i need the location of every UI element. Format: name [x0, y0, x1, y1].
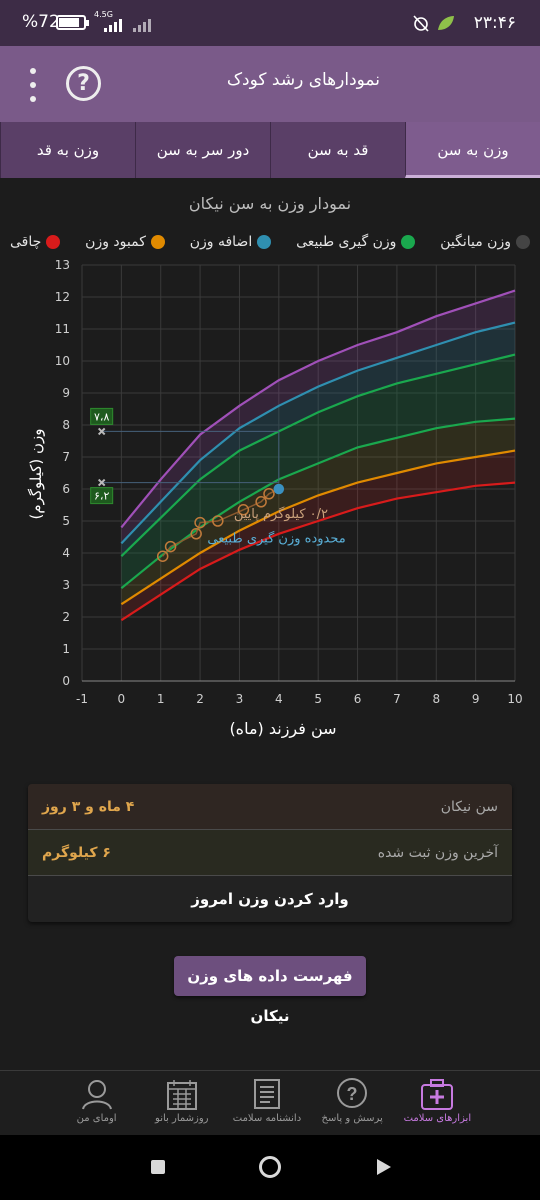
reference-badge-label: ۶،۲: [94, 490, 109, 503]
user-avatar-icon: [81, 1080, 112, 1110]
tab-height-for-age[interactable]: قد به سن: [270, 122, 405, 178]
age-value: ۴ ماه و ۳ روز: [42, 798, 135, 815]
y-tick-label: 12: [55, 290, 70, 304]
nav-health-tools[interactable]: ابزارهای سلامت: [402, 1071, 472, 1135]
x-tick-label: 6: [354, 692, 362, 706]
annotation-normal-range: محدوده وزن گیری طبیعی: [207, 530, 345, 546]
x-tick-label: 0: [118, 692, 126, 706]
y-tick-label: 1: [62, 642, 70, 656]
clock: ۲۳:۴۶: [473, 13, 516, 33]
chart-legend: چاقی کمبود وزن اضافه وزن وزن گیری طبیعی …: [10, 234, 530, 250]
calendar-icon: [166, 1080, 197, 1110]
y-tick-label: 13: [55, 258, 70, 272]
x-tick-label: 8: [432, 692, 440, 706]
recents-button[interactable]: [151, 1160, 165, 1174]
nav-calendar[interactable]: روزشمار بانو: [147, 1071, 217, 1135]
x-tick-label: -1: [76, 692, 88, 706]
info-card: سن نیکان ۴ ماه و ۳ روز آخرین وزن ثبت شده…: [28, 784, 512, 922]
chart-title: نمودار وزن به سن نیکان: [188, 194, 352, 213]
tab-weight-for-age[interactable]: وزن به سن: [405, 122, 540, 178]
reference-badge-label: ۷،۸: [94, 410, 109, 423]
x-tick-label: 7: [393, 692, 401, 706]
y-tick-label: 0: [62, 674, 70, 688]
signal-icon-2: [133, 18, 151, 32]
leaf-icon: [438, 16, 454, 30]
question-bubble-icon: ?: [337, 1078, 368, 1108]
battery-percent: %72: [22, 12, 60, 32]
tab-head-circumference[interactable]: دور سر به سن: [135, 122, 270, 178]
x-tick-label: 10: [507, 692, 522, 706]
x-tick-label: 3: [236, 692, 244, 706]
app-bar: ? نمودارهای رشد کودک: [0, 46, 540, 122]
encyclopedia-icon: [253, 1079, 280, 1109]
weight-data-list-button[interactable]: فهرست داده های وزن نیکان: [174, 956, 366, 1025]
legend-label: وزن گیری طبیعی: [296, 234, 397, 250]
alarm-off-icon: [413, 15, 429, 32]
legend-item-normal-gain[interactable]: وزن گیری طبیعی: [296, 234, 416, 250]
x-tick-label: 5: [314, 692, 322, 706]
nav-label: اومای من: [76, 1113, 117, 1124]
battery-icon: [56, 15, 89, 30]
y-tick-label: 3: [62, 578, 70, 592]
y-axis-label: وزن (کیلوگرم): [27, 428, 45, 520]
y-axis-label-wrap: وزن (کیلوگرم): [6, 415, 66, 535]
y-tick-label: 9: [62, 386, 70, 400]
x-tick-label: 2: [196, 692, 204, 706]
x-axis-label: سن فرزند (ماه): [229, 719, 337, 738]
legend-dot: [516, 235, 530, 249]
legend-item-underweight[interactable]: کمبود وزن: [85, 234, 165, 250]
system-nav-bar: [0, 1135, 540, 1200]
last-weight-label: آخرین وزن ثبت شده: [377, 844, 498, 861]
status-bar: %72 4.5G ۲۳:۴۶: [0, 0, 540, 46]
nav-label: روزشمار بانو: [155, 1113, 209, 1124]
status-icons: [412, 14, 456, 32]
legend-dot: [257, 235, 272, 249]
y-tick-label: 11: [55, 322, 70, 336]
health-kit-icon: [421, 1079, 454, 1110]
measurement-point: [273, 483, 285, 495]
age-row: سن نیکان ۴ ماه و ۳ روز: [28, 784, 512, 830]
more-vertical-icon[interactable]: [24, 68, 42, 102]
legend-dot: [46, 235, 61, 249]
enter-today-weight-button[interactable]: وارد کردن وزن امروز: [28, 876, 512, 922]
y-tick-label: 10: [55, 354, 70, 368]
x-tick-label: 1: [157, 692, 165, 706]
tab-weight-for-height[interactable]: وزن به قد: [0, 122, 135, 178]
legend-dot: [150, 235, 165, 249]
nav-label: ابزارهای سلامت: [403, 1113, 472, 1124]
tab-bar: وزن به سن قد به سن دور سر به سن وزن به ق…: [0, 122, 540, 178]
page-title: نمودارهای رشد کودک: [226, 70, 380, 90]
home-button[interactable]: [259, 1156, 281, 1178]
nav-my-profile[interactable]: اومای من: [62, 1071, 132, 1135]
nav-label: پرسش و پاسخ: [321, 1113, 383, 1124]
legend-label: اضافه وزن: [189, 234, 253, 250]
nav-questions[interactable]: ? پرسش و پاسخ: [317, 1071, 387, 1135]
y-tick-label: 2: [62, 610, 70, 624]
legend-label: کمبود وزن: [85, 234, 146, 250]
nav-label: دانشنامه سلامت: [232, 1113, 302, 1124]
last-weight-value: ۶ کیلوگرم: [42, 844, 111, 861]
y-tick-label: 4: [62, 546, 70, 560]
bottom-nav: ابزارهای سلامت ? پرسش و پاسخ دانشنامه سل…: [0, 1070, 540, 1135]
x-tick-label: 4: [275, 692, 283, 706]
back-button[interactable]: [377, 1159, 391, 1175]
age-label: سن نیکان: [440, 798, 498, 815]
legend-item-average[interactable]: وزن میانگین: [440, 234, 530, 250]
x-tick-label: 9: [472, 692, 480, 706]
question-circle-icon[interactable]: ?: [66, 66, 101, 101]
legend-item-obesity[interactable]: چاقی: [10, 234, 61, 250]
legend-dot: [401, 235, 416, 249]
weight-for-age-chart[interactable]: ۷،۸ ۶،۲ ۰/۲ کیلوگرم پایین محدوده وزن گیری ط…: [0, 255, 540, 715]
annotation-below-range: ۰/۲ کیلوگرم پایین: [234, 506, 328, 522]
legend-label: چاقی: [10, 234, 42, 250]
legend-label: وزن میانگین: [440, 234, 511, 250]
signal-icon: [104, 18, 122, 32]
svg-text:?: ?: [347, 1084, 358, 1104]
nav-encyclopedia[interactable]: دانشنامه سلامت: [232, 1071, 302, 1135]
legend-item-overweight[interactable]: اضافه وزن: [190, 234, 272, 250]
last-weight-row: آخرین وزن ثبت شده ۶ کیلوگرم: [28, 830, 512, 876]
